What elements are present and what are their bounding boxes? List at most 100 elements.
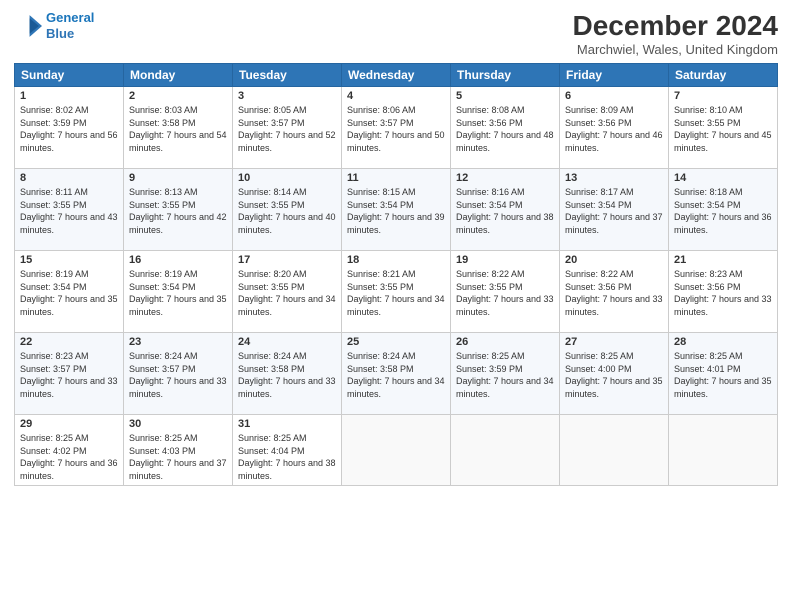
table-row: 8 Sunrise: 8:11 AMSunset: 3:55 PMDayligh… <box>15 169 124 251</box>
day-info: Sunrise: 8:22 AMSunset: 3:56 PMDaylight:… <box>565 268 663 318</box>
day-info: Sunrise: 8:21 AMSunset: 3:55 PMDaylight:… <box>347 268 445 318</box>
title-block: December 2024 Marchwiel, Wales, United K… <box>573 10 778 57</box>
day-number: 30 <box>129 418 227 430</box>
day-number: 25 <box>347 336 445 348</box>
calendar-body: 1 Sunrise: 8:02 AMSunset: 3:59 PMDayligh… <box>15 87 778 486</box>
day-info: Sunrise: 8:11 AMSunset: 3:55 PMDaylight:… <box>20 186 118 236</box>
table-row: 3 Sunrise: 8:05 AMSunset: 3:57 PMDayligh… <box>233 87 342 169</box>
table-row: 16 Sunrise: 8:19 AMSunset: 3:54 PMDaylig… <box>124 251 233 333</box>
table-row: 23 Sunrise: 8:24 AMSunset: 3:57 PMDaylig… <box>124 333 233 415</box>
day-info: Sunrise: 8:10 AMSunset: 3:55 PMDaylight:… <box>674 104 772 154</box>
day-info: Sunrise: 8:24 AMSunset: 3:58 PMDaylight:… <box>238 350 336 400</box>
day-number: 31 <box>238 418 336 430</box>
table-row: 18 Sunrise: 8:21 AMSunset: 3:55 PMDaylig… <box>342 251 451 333</box>
day-number: 12 <box>456 172 554 184</box>
day-number: 15 <box>20 254 118 266</box>
col-thursday: Thursday <box>451 64 560 87</box>
table-row: 12 Sunrise: 8:16 AMSunset: 3:54 PMDaylig… <box>451 169 560 251</box>
logo-line1: General <box>46 10 94 25</box>
table-row: 14 Sunrise: 8:18 AMSunset: 3:54 PMDaylig… <box>669 169 778 251</box>
col-saturday: Saturday <box>669 64 778 87</box>
day-info: Sunrise: 8:06 AMSunset: 3:57 PMDaylight:… <box>347 104 445 154</box>
table-row: 2 Sunrise: 8:03 AMSunset: 3:58 PMDayligh… <box>124 87 233 169</box>
page: General Blue December 2024 Marchwiel, Wa… <box>0 0 792 612</box>
header: General Blue December 2024 Marchwiel, Wa… <box>14 10 778 57</box>
day-info: Sunrise: 8:02 AMSunset: 3:59 PMDaylight:… <box>20 104 118 154</box>
day-number: 5 <box>456 90 554 102</box>
day-info: Sunrise: 8:08 AMSunset: 3:56 PMDaylight:… <box>456 104 554 154</box>
col-wednesday: Wednesday <box>342 64 451 87</box>
table-row: 4 Sunrise: 8:06 AMSunset: 3:57 PMDayligh… <box>342 87 451 169</box>
day-number: 17 <box>238 254 336 266</box>
table-row: 30 Sunrise: 8:25 AMSunset: 4:03 PMDaylig… <box>124 415 233 486</box>
day-number: 26 <box>456 336 554 348</box>
day-info: Sunrise: 8:25 AMSunset: 4:03 PMDaylight:… <box>129 432 227 482</box>
day-info: Sunrise: 8:16 AMSunset: 3:54 PMDaylight:… <box>456 186 554 236</box>
day-number: 27 <box>565 336 663 348</box>
table-row: 17 Sunrise: 8:20 AMSunset: 3:55 PMDaylig… <box>233 251 342 333</box>
day-number: 29 <box>20 418 118 430</box>
day-info: Sunrise: 8:25 AMSunset: 4:00 PMDaylight:… <box>565 350 663 400</box>
day-info: Sunrise: 8:18 AMSunset: 3:54 PMDaylight:… <box>674 186 772 236</box>
day-number: 19 <box>456 254 554 266</box>
logo: General Blue <box>14 10 94 41</box>
table-row: 28 Sunrise: 8:25 AMSunset: 4:01 PMDaylig… <box>669 333 778 415</box>
day-info: Sunrise: 8:09 AMSunset: 3:56 PMDaylight:… <box>565 104 663 154</box>
day-number: 7 <box>674 90 772 102</box>
table-row: 20 Sunrise: 8:22 AMSunset: 3:56 PMDaylig… <box>560 251 669 333</box>
day-number: 4 <box>347 90 445 102</box>
day-number: 16 <box>129 254 227 266</box>
day-number: 14 <box>674 172 772 184</box>
day-info: Sunrise: 8:20 AMSunset: 3:55 PMDaylight:… <box>238 268 336 318</box>
day-info: Sunrise: 8:17 AMSunset: 3:54 PMDaylight:… <box>565 186 663 236</box>
day-number: 9 <box>129 172 227 184</box>
location: Marchwiel, Wales, United Kingdom <box>573 42 778 57</box>
day-number: 13 <box>565 172 663 184</box>
table-row: 7 Sunrise: 8:10 AMSunset: 3:55 PMDayligh… <box>669 87 778 169</box>
table-row <box>669 415 778 486</box>
day-info: Sunrise: 8:25 AMSunset: 4:01 PMDaylight:… <box>674 350 772 400</box>
table-row <box>451 415 560 486</box>
table-row: 21 Sunrise: 8:23 AMSunset: 3:56 PMDaylig… <box>669 251 778 333</box>
table-row: 15 Sunrise: 8:19 AMSunset: 3:54 PMDaylig… <box>15 251 124 333</box>
col-tuesday: Tuesday <box>233 64 342 87</box>
table-row: 9 Sunrise: 8:13 AMSunset: 3:55 PMDayligh… <box>124 169 233 251</box>
day-number: 22 <box>20 336 118 348</box>
table-row: 13 Sunrise: 8:17 AMSunset: 3:54 PMDaylig… <box>560 169 669 251</box>
day-info: Sunrise: 8:22 AMSunset: 3:55 PMDaylight:… <box>456 268 554 318</box>
table-row <box>342 415 451 486</box>
day-info: Sunrise: 8:19 AMSunset: 3:54 PMDaylight:… <box>20 268 118 318</box>
day-info: Sunrise: 8:23 AMSunset: 3:57 PMDaylight:… <box>20 350 118 400</box>
logo-text: General Blue <box>46 10 94 41</box>
col-sunday: Sunday <box>15 64 124 87</box>
day-number: 18 <box>347 254 445 266</box>
table-row: 27 Sunrise: 8:25 AMSunset: 4:00 PMDaylig… <box>560 333 669 415</box>
header-row: Sunday Monday Tuesday Wednesday Thursday… <box>15 64 778 87</box>
day-info: Sunrise: 8:05 AMSunset: 3:57 PMDaylight:… <box>238 104 336 154</box>
logo-line2: Blue <box>46 26 74 41</box>
day-number: 8 <box>20 172 118 184</box>
table-row: 26 Sunrise: 8:25 AMSunset: 3:59 PMDaylig… <box>451 333 560 415</box>
day-number: 11 <box>347 172 445 184</box>
day-number: 6 <box>565 90 663 102</box>
logo-icon <box>14 12 42 40</box>
table-row: 24 Sunrise: 8:24 AMSunset: 3:58 PMDaylig… <box>233 333 342 415</box>
table-row: 10 Sunrise: 8:14 AMSunset: 3:55 PMDaylig… <box>233 169 342 251</box>
day-info: Sunrise: 8:25 AMSunset: 4:04 PMDaylight:… <box>238 432 336 482</box>
table-row: 25 Sunrise: 8:24 AMSunset: 3:58 PMDaylig… <box>342 333 451 415</box>
table-row: 31 Sunrise: 8:25 AMSunset: 4:04 PMDaylig… <box>233 415 342 486</box>
table-row: 11 Sunrise: 8:15 AMSunset: 3:54 PMDaylig… <box>342 169 451 251</box>
day-number: 21 <box>674 254 772 266</box>
table-row <box>560 415 669 486</box>
day-number: 20 <box>565 254 663 266</box>
col-monday: Monday <box>124 64 233 87</box>
table-row: 19 Sunrise: 8:22 AMSunset: 3:55 PMDaylig… <box>451 251 560 333</box>
month-title: December 2024 <box>573 10 778 42</box>
day-info: Sunrise: 8:25 AMSunset: 4:02 PMDaylight:… <box>20 432 118 482</box>
day-number: 2 <box>129 90 227 102</box>
table-row: 5 Sunrise: 8:08 AMSunset: 3:56 PMDayligh… <box>451 87 560 169</box>
table-row: 29 Sunrise: 8:25 AMSunset: 4:02 PMDaylig… <box>15 415 124 486</box>
day-info: Sunrise: 8:24 AMSunset: 3:57 PMDaylight:… <box>129 350 227 400</box>
calendar: Sunday Monday Tuesday Wednesday Thursday… <box>14 63 778 486</box>
day-info: Sunrise: 8:13 AMSunset: 3:55 PMDaylight:… <box>129 186 227 236</box>
